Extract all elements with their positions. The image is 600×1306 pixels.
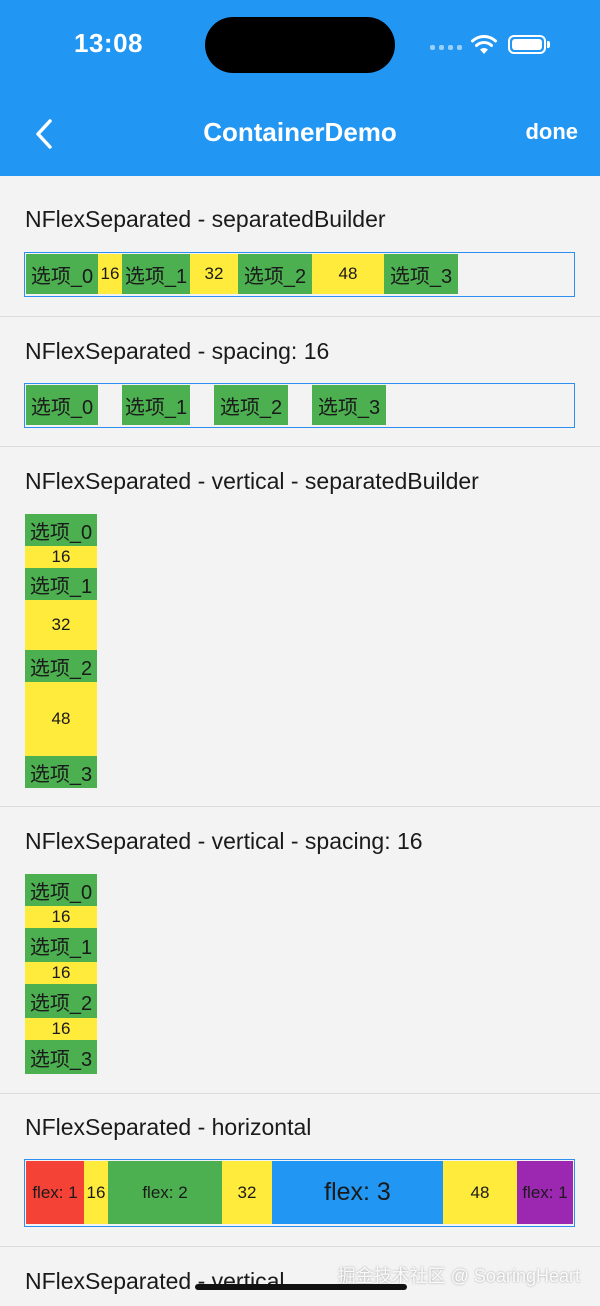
section-vertical-spacing-16: NFlexSeparated - vertical - spacing: 16 …: [0, 806, 600, 1094]
section-title: NFlexSeparated - vertical - spacing: 16: [25, 828, 423, 854]
spacing-16: 16: [25, 1018, 97, 1040]
flex-item-1: flex: 1: [26, 1161, 84, 1224]
item-option-3: 选项_3: [312, 385, 386, 425]
flex-frame: 选项_0 16 选项_1 32 选项_2 48 选项_3: [24, 252, 575, 297]
dynamic-island: [205, 17, 395, 73]
separator-32: 32: [190, 254, 238, 294]
item-option-2: 选项_2: [238, 254, 312, 294]
section-spacing-16: NFlexSeparated - spacing: 16 选项_0 选项_1 选…: [0, 316, 600, 447]
separator-48: 48: [443, 1161, 517, 1224]
item-option-3: 选项_3: [25, 1040, 97, 1074]
item-option-3: 选项_3: [384, 254, 458, 294]
item-option-0: 选项_0: [25, 514, 97, 546]
battery-icon: [508, 35, 550, 54]
separator-32: 32: [25, 600, 97, 650]
item-option-1: 选项_1: [25, 928, 97, 962]
item-option-0: 选项_0: [26, 254, 98, 294]
wifi-icon: [471, 35, 497, 54]
section-vertical-separated-builder: NFlexSeparated - vertical - separatedBui…: [0, 446, 600, 807]
home-indicator[interactable]: [195, 1284, 407, 1290]
cellular-signal-icon: [430, 45, 462, 50]
section-title: NFlexSeparated - horizontal: [25, 1114, 312, 1140]
section-horizontal-flex: NFlexSeparated - horizontal flex: 1 16 f…: [0, 1093, 600, 1247]
item-option-1: 选项_1: [122, 385, 190, 425]
done-button[interactable]: done: [525, 119, 578, 145]
item-option-0: 选项_0: [25, 874, 97, 906]
flex-frame: 选项_0 选项_1 选项_2 选项_3: [24, 383, 575, 428]
flex-item-3: flex: 3: [272, 1161, 443, 1224]
flex-item-2: flex: 2: [108, 1161, 222, 1224]
spacing-16: 16: [25, 906, 97, 928]
flex-frame: flex: 1 16 flex: 2 32 flex: 3 48 flex: 1: [24, 1159, 575, 1227]
status-time: 13:08: [74, 28, 143, 58]
page-title: ContainerDemo: [203, 117, 397, 147]
spacing-16: 16: [25, 962, 97, 984]
separator-16: 16: [84, 1161, 108, 1224]
flex-item-1: flex: 1: [517, 1161, 573, 1224]
section-separated-builder: NFlexSeparated - separatedBuilder 选项_0 1…: [0, 176, 600, 317]
item-option-1: 选项_1: [122, 254, 190, 294]
item-option-2: 选项_2: [214, 385, 288, 425]
separator-48: 48: [25, 682, 97, 756]
separator-16: 16: [25, 546, 97, 568]
app-bar: 13:08 ContainerDemo done: [0, 0, 600, 176]
item-option-2: 选项_2: [25, 984, 97, 1018]
separator-48: 48: [312, 254, 384, 294]
item-option-2: 选项_2: [25, 650, 97, 682]
section-title: NFlexSeparated - vertical: [25, 1268, 285, 1294]
separator-32: 32: [222, 1161, 272, 1224]
separator-16: 16: [98, 254, 122, 294]
section-title: NFlexSeparated - vertical - separatedBui…: [25, 468, 479, 494]
item-option-1: 选项_1: [25, 568, 97, 600]
item-option-3: 选项_3: [25, 756, 97, 788]
section-title: NFlexSeparated - spacing: 16: [25, 338, 330, 364]
section-title: NFlexSeparated - separatedBuilder: [25, 206, 386, 232]
item-option-0: 选项_0: [26, 385, 98, 425]
